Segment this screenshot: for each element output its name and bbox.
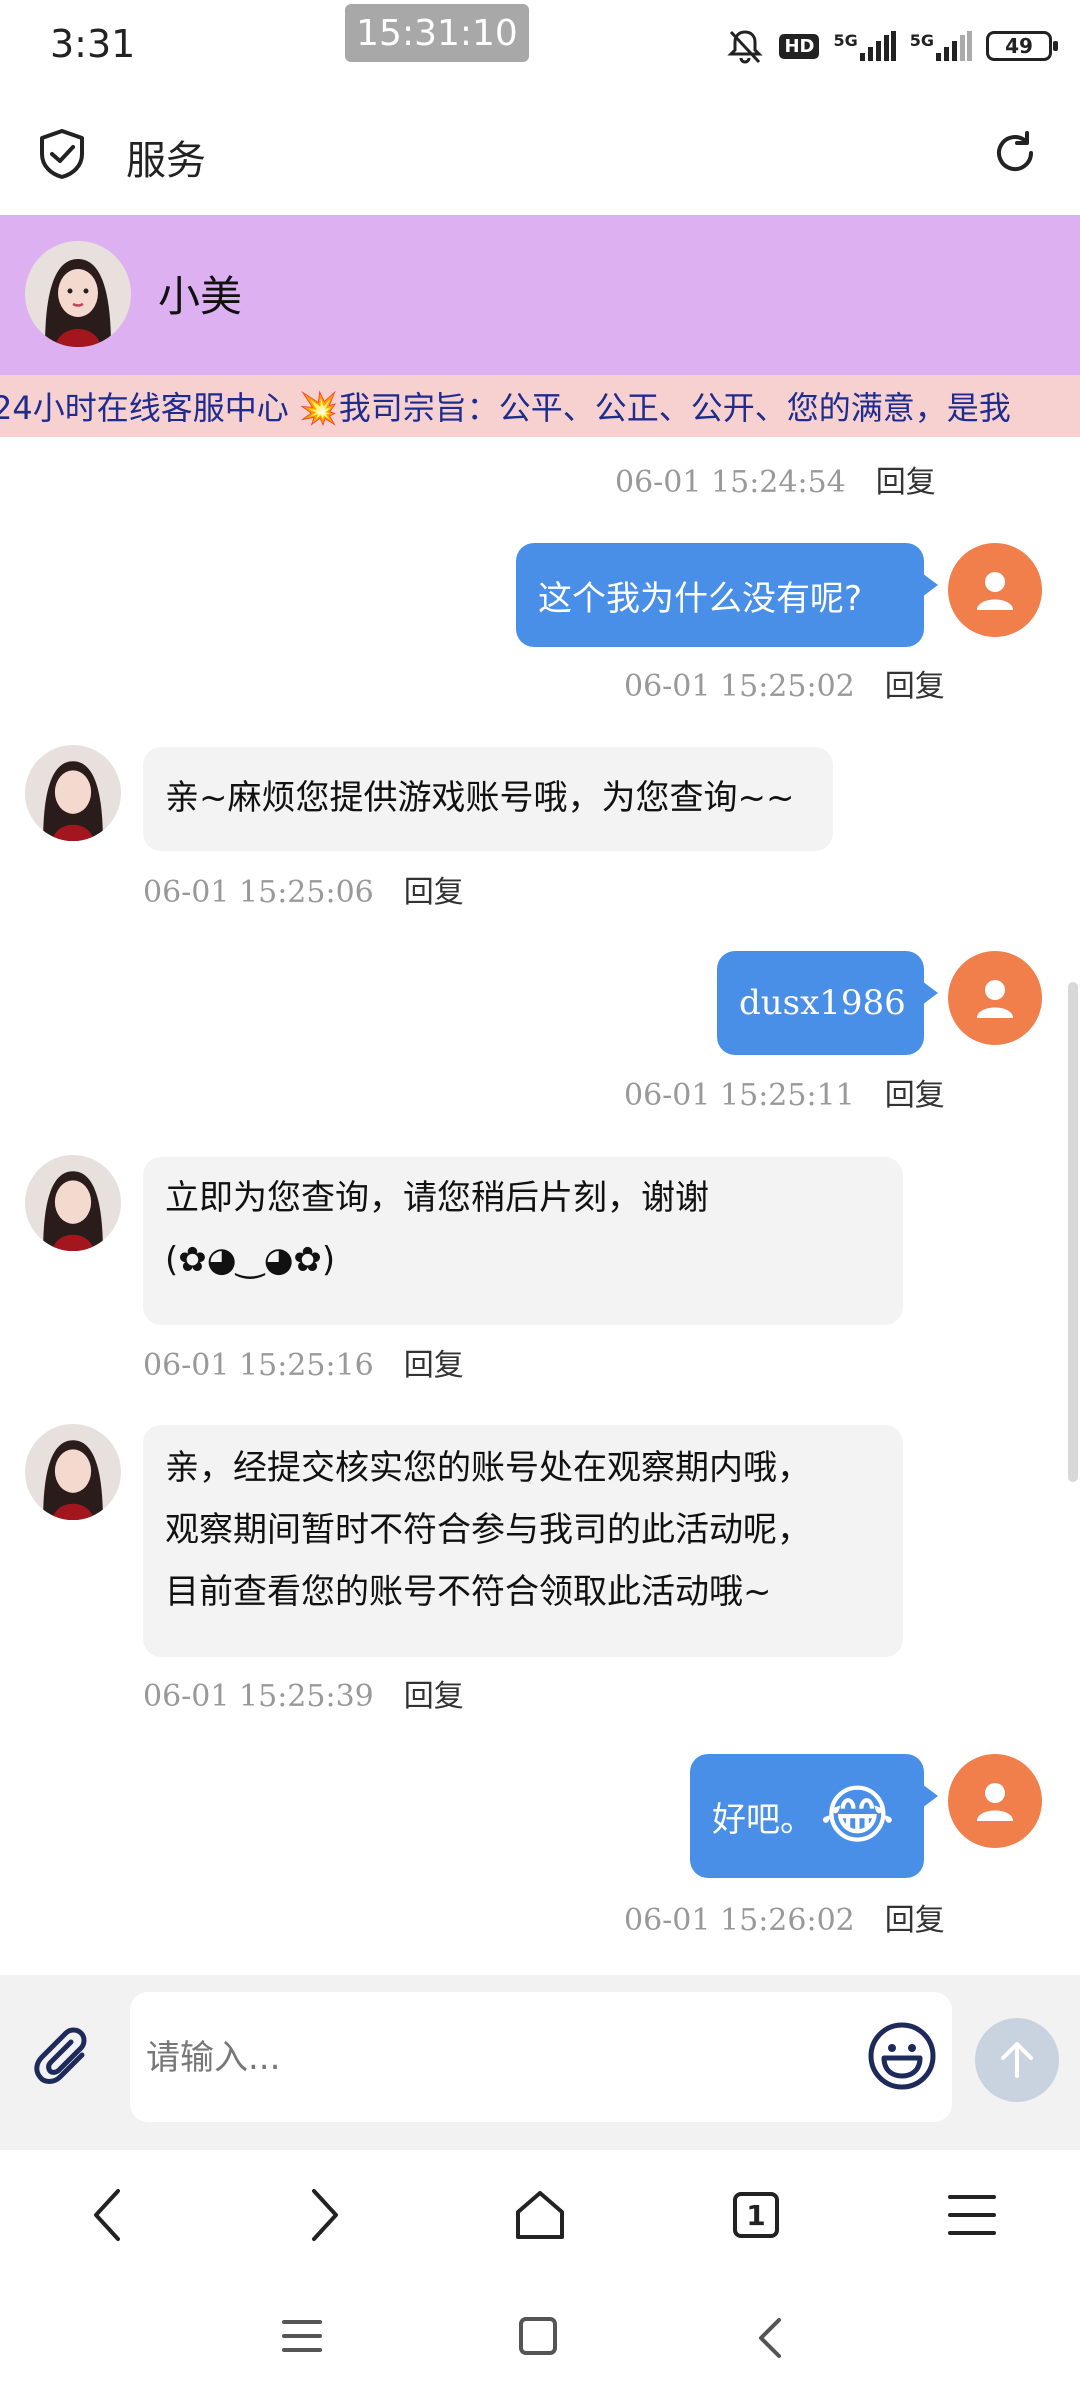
system-home-icon[interactable] xyxy=(518,2316,558,2360)
laughing-emoji-icon: 😂 xyxy=(820,1779,895,1853)
message-time: 06-01 15:24:54 xyxy=(615,465,846,500)
my-avatar[interactable] xyxy=(948,543,1042,637)
scrollbar[interactable] xyxy=(1068,982,1078,1482)
home-icon[interactable] xyxy=(490,2165,590,2265)
announcement-marquee: 24小时在线客服中心 💥我司宗旨：公平、公正、公开、您的满意，是我 xyxy=(0,375,1080,437)
send-button[interactable] xyxy=(975,2018,1059,2102)
refresh-icon[interactable] xyxy=(990,128,1040,182)
my-avatar[interactable] xyxy=(948,951,1042,1045)
message-text: dusx1986 xyxy=(739,983,906,1023)
back-icon[interactable] xyxy=(58,2165,158,2265)
my-avatar[interactable] xyxy=(948,1754,1042,1848)
smiley-icon[interactable] xyxy=(866,2020,938,2096)
reply-button[interactable]: 回复 xyxy=(876,465,936,500)
message-meta: 06-01 15:25:02 回复 xyxy=(624,661,945,705)
message-meta: 06-01 15:25:11 回复 xyxy=(624,1070,945,1114)
message-text-line: 亲，经提交核实您的账号处在观察期内哦， xyxy=(165,1448,811,1488)
menu-icon[interactable] xyxy=(922,2165,1022,2265)
signal-bars-icon xyxy=(936,31,972,61)
agent-avatar[interactable] xyxy=(25,241,131,347)
message-input-box xyxy=(130,1992,952,2122)
tab-count: 1 xyxy=(746,2198,766,2232)
message-text-line: (✿◕‿◕✿) xyxy=(165,1240,336,1280)
signal-bars-icon xyxy=(859,31,896,61)
shield-check-icon[interactable] xyxy=(38,128,86,184)
reply-button[interactable]: 回复 xyxy=(404,875,464,910)
agent-avatar[interactable] xyxy=(25,745,121,841)
agent-avatar[interactable] xyxy=(25,1155,121,1251)
browser-nav-bar: 1 xyxy=(0,2150,1080,2280)
incoming-message[interactable]: 亲，经提交核实您的账号处在观察期内哦， 观察期间暂时不符合参与我司的此活动呢， … xyxy=(143,1425,903,1657)
message-meta: 06-01 15:25:39 回复 xyxy=(143,1671,464,1715)
message-time: 06-01 15:25:39 xyxy=(143,1679,374,1714)
app-bar: 服务 xyxy=(0,90,1080,215)
message-text: 亲~麻烦您提供游戏账号哦，为您查询~~ xyxy=(165,778,795,818)
reply-button[interactable]: 回复 xyxy=(885,669,945,704)
message-time: 06-01 15:25:16 xyxy=(143,1348,374,1383)
chat-messages[interactable]: 06-01 15:24:54 回复 这个我为什么没有呢? 06-01 15:25:… xyxy=(0,437,1080,1975)
message-meta: 06-01 15:24:54 回复 xyxy=(615,457,936,501)
system-back-icon[interactable] xyxy=(755,2316,785,2364)
message-composer xyxy=(0,1975,1080,2150)
reply-button[interactable]: 回复 xyxy=(885,1078,945,1113)
mute-icon xyxy=(727,30,764,64)
network-label-2: 5G xyxy=(909,31,934,50)
reply-button[interactable]: 回复 xyxy=(404,1679,464,1714)
reply-button[interactable]: 回复 xyxy=(404,1348,464,1383)
user-icon xyxy=(977,572,1013,610)
signal-2: 5G xyxy=(910,31,972,61)
message-time: 06-01 15:25:02 xyxy=(624,669,855,704)
message-meta: 06-01 15:25:06 回复 xyxy=(143,867,464,911)
incoming-message[interactable]: 立即为您查询，请您稍后片刻，谢谢 (✿◕‿◕✿) xyxy=(143,1157,903,1325)
hd-icon: HD xyxy=(779,33,820,59)
message-time: 06-01 15:25:06 xyxy=(143,875,374,910)
marquee-text: 24小时在线客服中心 💥我司宗旨：公平、公正、公开、您的满意，是我 xyxy=(0,389,1011,427)
status-icons: HD 5G 5G 49 xyxy=(725,26,1058,66)
recent-apps-icon[interactable] xyxy=(282,2316,322,2360)
message-time: 06-01 15:25:11 xyxy=(624,1078,855,1113)
message-meta: 06-01 15:25:16 回复 xyxy=(143,1340,464,1384)
message-text-line: 目前查看您的账号不符合领取此活动哦~ xyxy=(165,1572,772,1612)
user-icon xyxy=(977,1783,1013,1821)
outgoing-message[interactable]: dusx1986 xyxy=(717,951,938,1055)
message-meta: 06-01 15:26:02 回复 xyxy=(624,1895,945,1939)
message-input[interactable] xyxy=(144,2022,848,2094)
arrow-up-icon xyxy=(1001,2042,1033,2078)
forward-icon[interactable] xyxy=(274,2165,374,2265)
chat-header: 小美 xyxy=(0,215,1080,375)
message-time: 06-01 15:26:02 xyxy=(624,1903,855,1938)
user-icon xyxy=(977,980,1013,1018)
tabs-button[interactable]: 1 xyxy=(706,2165,806,2265)
incoming-message[interactable]: 亲~麻烦您提供游戏账号哦，为您查询~~ xyxy=(143,747,833,851)
system-nav-bar xyxy=(0,2280,1080,2400)
agent-name: 小美 xyxy=(158,272,243,321)
agent-avatar[interactable] xyxy=(25,1424,121,1520)
reply-button[interactable]: 回复 xyxy=(885,1903,945,1938)
signal-1: 5G xyxy=(833,31,896,61)
outgoing-message[interactable]: 这个我为什么没有呢? xyxy=(516,543,938,647)
paperclip-icon[interactable] xyxy=(30,2027,100,2101)
message-text-line: 立即为您查询，请您稍后片刻，谢谢 xyxy=(165,1178,709,1218)
clock-overlay: 15:31:10 xyxy=(345,4,529,62)
message-text: 这个我为什么没有呢? xyxy=(538,578,863,619)
status-time: 3:31 xyxy=(50,22,136,66)
status-bar: 3:31 15:31:10 HD 5G 5G 49 xyxy=(0,0,1080,90)
network-label-1: 5G xyxy=(833,31,858,50)
battery-icon: 49 xyxy=(986,31,1058,61)
page-title: 服务 xyxy=(126,138,206,184)
outgoing-message[interactable]: 好吧。 😂 xyxy=(690,1754,938,1878)
message-text-line: 观察期间暂时不符合参与我司的此活动呢， xyxy=(165,1510,811,1550)
message-text: 好吧。 xyxy=(712,1799,814,1840)
